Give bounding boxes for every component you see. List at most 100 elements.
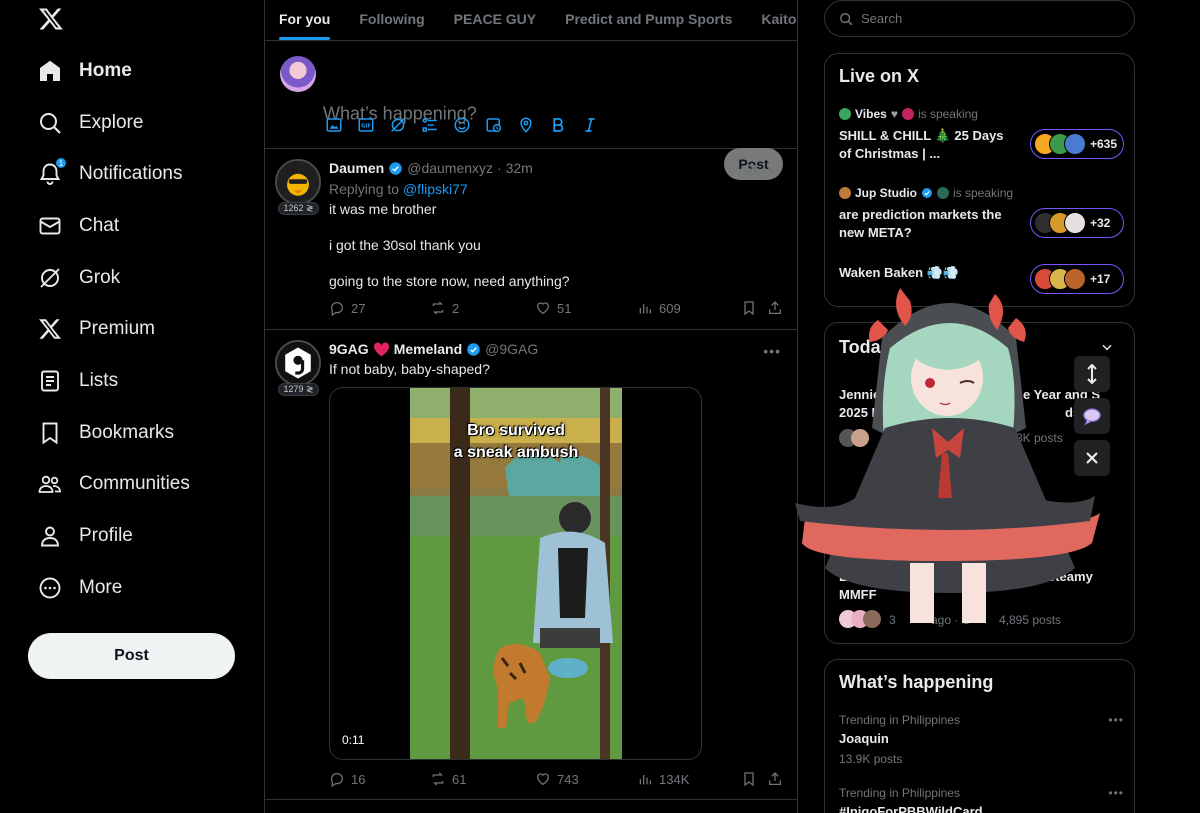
nav-grok[interactable]: Grok [38, 258, 120, 298]
tab-predict-and-pump-sports[interactable]: Predict and Pump Sports [565, 0, 732, 40]
gif-icon[interactable]: GIF [357, 116, 375, 134]
trend-item[interactable]: Trending in Philippines Joaquin 13.9K po… [839, 713, 1124, 766]
tweet-avatar[interactable] [275, 340, 321, 386]
listener-count: +32 [1090, 216, 1111, 230]
resize-handle-button[interactable] [1074, 356, 1110, 392]
nav-communities[interactable]: Communities [38, 464, 190, 504]
live-space[interactable]: Jup Studio is speaking are prediction ma… [839, 186, 1124, 242]
italic-icon[interactable] [581, 116, 599, 134]
news-item-title[interactable]: 2025 Me [839, 405, 890, 420]
nav-lists[interactable]: Lists [38, 361, 118, 401]
nav-profile[interactable]: Profile [38, 516, 133, 556]
reply-button[interactable]: 27 [329, 300, 365, 316]
views-button[interactable]: 609 [637, 300, 681, 316]
tweet-time[interactable]: · 32m [497, 160, 533, 176]
news-item-title[interactable]: n Steamy [1035, 569, 1093, 584]
news-item-title[interactable]: Jennie W [839, 387, 896, 402]
tab-kaito-yapp[interactable]: Kaito Yapp [761, 0, 797, 40]
post-button[interactable]: Post [28, 633, 235, 679]
space-topic: Waken Baken 💨💨 [839, 265, 960, 280]
repost-button[interactable]: 61 [430, 771, 466, 787]
live-space[interactable]: Vibes ♥ is speaking SHILL & CHILL 🎄 25 D… [839, 107, 1124, 163]
like-button[interactable]: 743 [535, 771, 579, 787]
reply-icon [331, 773, 343, 787]
reply-button[interactable]: 16 [329, 771, 365, 787]
live-space[interactable]: Waken Baken 💨💨 +17 [839, 260, 1124, 294]
nav-label: Profile [79, 525, 133, 546]
news-avatars [839, 429, 879, 447]
nav-label: Explore [79, 112, 144, 133]
bookmark-button[interactable] [741, 300, 757, 316]
share-button[interactable] [767, 771, 783, 787]
bold-icon[interactable] [549, 116, 567, 134]
card-title: Live on X [839, 66, 920, 86]
nav-home[interactable]: Home [38, 51, 132, 91]
poll-icon[interactable] [421, 116, 439, 134]
nav-premium[interactable]: Premium [38, 309, 155, 349]
svg-text:GIF: GIF [361, 124, 371, 130]
nav-explore[interactable]: Explore [38, 103, 143, 143]
share-button[interactable] [767, 300, 783, 316]
analytics-icon [639, 775, 651, 785]
author-name[interactable]: 9GAG [329, 341, 369, 357]
news-item-title[interactable]: Lo [839, 569, 855, 584]
author-name-suffix[interactable]: Memeland [394, 341, 462, 357]
nav-chat[interactable]: Chat [38, 206, 119, 246]
more-options-icon[interactable]: ••• [763, 162, 781, 178]
schedule-icon[interactable] [485, 116, 503, 134]
more-options-icon[interactable]: ••• [763, 343, 781, 359]
heart-icon [537, 302, 549, 315]
host-avatar [839, 187, 851, 199]
repost-button[interactable]: 2 [430, 300, 459, 316]
search-box[interactable] [824, 0, 1135, 37]
tab-peace-guy[interactable]: PEACE GUY [454, 0, 536, 40]
location-icon[interactable] [517, 116, 535, 134]
author-handle[interactable]: @9GAG [485, 341, 538, 357]
listener-pill[interactable]: +32 [1030, 208, 1124, 238]
tweet-text-line: it was me brother [329, 201, 437, 217]
x-icon [38, 317, 62, 341]
nav-label: More [79, 577, 123, 598]
emoji-icon[interactable] [453, 116, 471, 134]
trend-item[interactable]: Trending in Philippines #InigoForPBBWild… [839, 786, 1124, 813]
image-icon[interactable] [325, 116, 343, 134]
x-logo-icon[interactable] [38, 6, 64, 32]
chat-bubble-button[interactable] [1074, 398, 1110, 434]
like-button[interactable]: 51 [535, 300, 571, 316]
tweet[interactable]: 1279 ≷ 9GAG Memeland @9GAG ••• If not ba… [265, 330, 797, 800]
close-overlay-button[interactable] [1074, 440, 1110, 476]
grok-icon[interactable] [743, 162, 759, 178]
news-avatar [851, 429, 869, 447]
listener-count: +635 [1090, 137, 1118, 151]
space-topic: SHILL & CHILL 🎄 25 Days of Christmas | .… [839, 128, 1004, 161]
more-options-icon[interactable]: ••• [1108, 713, 1124, 727]
listener-pill[interactable]: +635 [1030, 129, 1124, 159]
news-item-title[interactable]: MMFF [839, 587, 877, 602]
video-frame[interactable]: Bro survived a sneak ambush [410, 388, 622, 759]
bell-icon: 1 [38, 157, 67, 186]
author-handle[interactable]: @daumenxyz [407, 160, 493, 176]
tab-for-you[interactable]: For you [279, 0, 331, 40]
grok-icon[interactable] [389, 116, 407, 134]
heart-icon [537, 773, 549, 786]
author-name[interactable]: Daumen [329, 160, 384, 176]
more-options-icon[interactable]: ••• [1108, 786, 1124, 800]
reply-mention[interactable]: @flipski77 [403, 181, 468, 197]
nav-label: Premium [79, 318, 156, 339]
tweet-text-line: going to the store now, need anything? [329, 273, 570, 289]
tweet-video[interactable]: Bro survived a sneak ambush 0:11 [329, 387, 702, 760]
tab-following[interactable]: Following [359, 0, 424, 40]
nav-label: Home [79, 60, 132, 81]
nav-notifications[interactable]: 1 Notifications [38, 154, 183, 194]
views-button[interactable]: 134K [637, 771, 689, 787]
follower-badge: 1279 ≷ [278, 383, 319, 396]
tweet[interactable]: 1262 ≷ Daumen @daumenxyz · 32m ••• Reply… [265, 149, 797, 330]
bookmark-button[interactable] [741, 771, 757, 787]
chevron-down-icon[interactable] [1100, 340, 1114, 354]
nav-more[interactable]: More [38, 568, 122, 608]
nav-bookmarks[interactable]: Bookmarks [38, 413, 174, 453]
search-input[interactable] [861, 11, 1101, 26]
tweet-avatar[interactable] [275, 159, 321, 205]
user-avatar[interactable] [280, 56, 316, 92]
listener-pill[interactable]: +17 [1030, 264, 1124, 294]
